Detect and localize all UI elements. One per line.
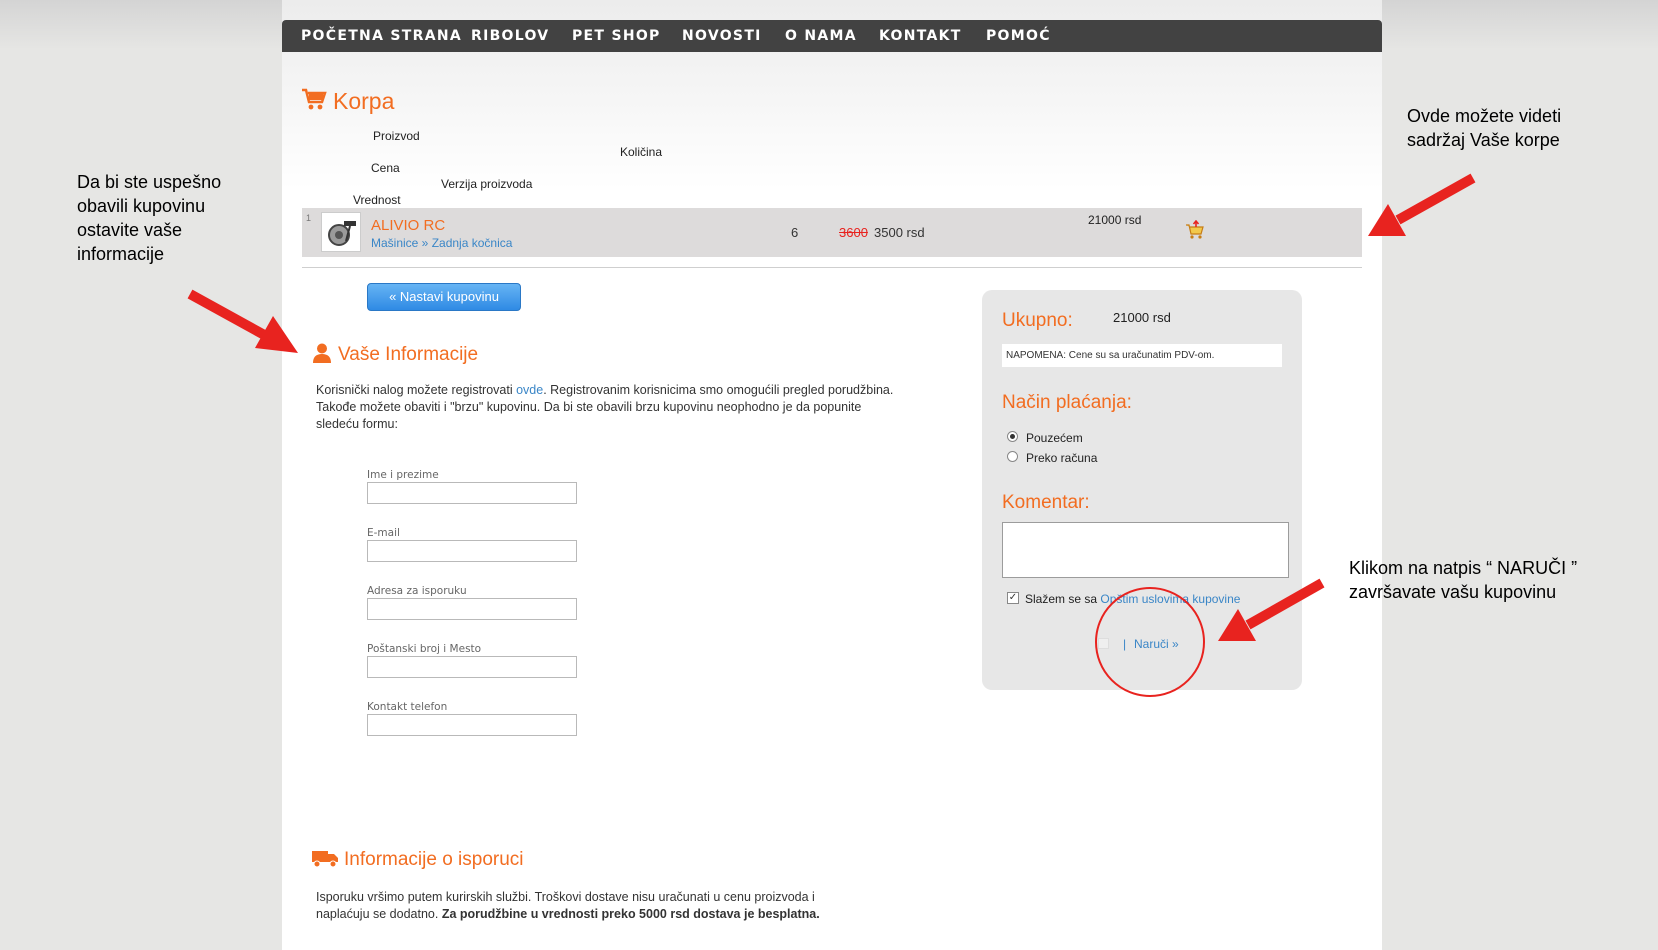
- address-label: Adresa za isporuku: [367, 585, 467, 597]
- main-navigation: POČETNA STRANA RIBOLOV PET SHOP NOVOSTI …: [282, 20, 1382, 52]
- info-title: Vaše Informacije: [338, 344, 479, 365]
- terms-prefix: Slažem se sa: [1025, 592, 1101, 606]
- remove-from-cart-icon[interactable]: [1185, 220, 1205, 240]
- user-icon: [313, 343, 331, 363]
- postal-city-input[interactable]: [367, 656, 577, 678]
- cart-divider: [302, 267, 1362, 268]
- cart-item-index: 1: [306, 213, 312, 223]
- info-text-before-link: Korisnički nalog možete registrovati: [316, 383, 517, 397]
- delivery-free-note: Za porudžbine u vrednosti preko 5000 rsd…: [441, 907, 820, 921]
- continue-shopping-button[interactable]: « Nastavi kupovinu: [367, 283, 521, 311]
- register-link[interactable]: ovde: [516, 383, 543, 397]
- postal-city-label: Poštanski broj i Mesto: [367, 643, 482, 655]
- callout-cart: Ovde možete videti sadržaj Vaše korpe: [1407, 106, 1562, 150]
- email-label: E-mail: [367, 527, 400, 539]
- comment-label: Komentar:: [1002, 492, 1090, 513]
- arrow-to-cart: [1368, 173, 1476, 236]
- nav-item-pet-shop[interactable]: PET SHOP: [572, 20, 661, 52]
- terms-checkbox[interactable]: ✓: [1007, 592, 1019, 604]
- callout-order: Klikom na natpis “ NARUČI ” završavate v…: [1349, 558, 1578, 602]
- product-quantity: 6: [791, 225, 799, 240]
- name-label: Ime i prezime: [367, 469, 439, 481]
- product-category-link[interactable]: Mašinice » Zadnja kočnica: [371, 236, 512, 250]
- phone-label: Kontakt telefon: [367, 701, 448, 713]
- comment-textarea[interactable]: [1002, 522, 1289, 578]
- product-thumbnail[interactable]: [321, 212, 361, 252]
- info-description: Korisnički nalog možete registrovati ovd…: [316, 382, 906, 433]
- vat-note: NAPOMENA: Cene su sa uračunatim PDV-om.: [1002, 344, 1282, 367]
- payment-option-invoice: Preko računa: [1026, 451, 1098, 465]
- order-highlight-circle: [1095, 587, 1205, 697]
- header-version: Verzija proizvoda: [441, 177, 533, 191]
- payment-radio-cod[interactable]: [1007, 431, 1018, 442]
- nav-item-fishing[interactable]: RIBOLOV: [471, 20, 549, 52]
- phone-input[interactable]: [367, 714, 577, 736]
- header-quantity: Količina: [620, 145, 663, 159]
- payment-radio-invoice[interactable]: [1007, 451, 1018, 462]
- total-label: Ukupno:: [1002, 310, 1073, 331]
- delivery-title: Informacije o isporuci: [344, 849, 524, 870]
- header-product: Proizvod: [373, 129, 420, 143]
- nav-item-news[interactable]: NOVOSTI: [682, 20, 762, 52]
- cart-title: Korpa: [333, 88, 395, 114]
- payment-label: Način plaćanja:: [1002, 392, 1132, 413]
- nav-item-about[interactable]: O NAMA: [785, 20, 857, 52]
- email-input[interactable]: [367, 540, 577, 562]
- product-total: 21000 rsd: [1088, 213, 1142, 227]
- header-price: Cena: [371, 161, 400, 175]
- delivery-truck-icon: [312, 851, 338, 868]
- payment-option-cod: Pouzećem: [1026, 431, 1083, 445]
- product-name-link[interactable]: ALIVIO RC: [371, 217, 445, 234]
- callout-info: Da bi ste uspešno obavili kupovinu ostav…: [77, 172, 222, 264]
- total-value: 21000 rsd: [1113, 310, 1171, 325]
- nav-item-home[interactable]: POČETNA STRANA: [301, 20, 462, 52]
- nav-item-help[interactable]: POMOĆ: [986, 20, 1051, 52]
- cart-icon: [302, 88, 327, 110]
- delivery-text-block: Isporuku vršimo putem kurirskih službi. …: [316, 889, 856, 923]
- product-price: 3500 rsd: [874, 225, 925, 240]
- address-input[interactable]: [367, 598, 577, 620]
- product-old-price: 3600: [839, 225, 868, 240]
- name-input[interactable]: [367, 482, 577, 504]
- header-value: Vrednost: [353, 193, 401, 207]
- fishing-reel-image: [328, 221, 356, 246]
- nav-item-contact[interactable]: KONTAKT: [879, 20, 962, 52]
